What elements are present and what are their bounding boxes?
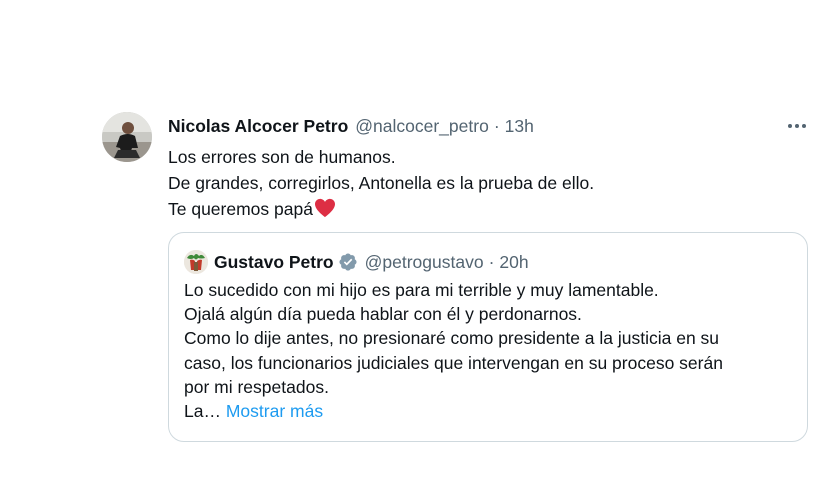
quoted-tweet-line: Ojalá algún día pueda hablar con él y pe… [184, 304, 582, 325]
author-avatar[interactable] [102, 112, 152, 162]
quoted-tweet-header: Gustavo Petro @petrogustavo · 20h [214, 251, 529, 273]
quoted-author-name[interactable]: Gustavo Petro [214, 252, 334, 273]
tweet-line-text: Te queremos papá [168, 199, 313, 219]
quoted-tweet-text: Lo sucedido con mi hijo es para mi terri… [184, 278, 723, 423]
quoted-tweet[interactable]: Gustavo Petro @petrogustavo · 20h Lo suc… [168, 232, 808, 442]
truncated-text: La… [184, 401, 221, 422]
tweet-header: Nicolas Alcocer Petro @nalcocer_petro · … [168, 115, 534, 137]
more-dot-icon [802, 124, 806, 128]
more-dot-icon [788, 124, 792, 128]
separator-dot: · [488, 251, 495, 272]
verified-badge-icon [338, 252, 358, 272]
tweet-text: Los errores son de humanos. De grandes, … [168, 144, 594, 225]
quoted-tweet-timestamp[interactable]: 20h [499, 252, 528, 273]
quoted-tweet-line: caso, los funcionarios judiciales que in… [184, 352, 723, 373]
separator-dot: · [493, 115, 500, 136]
tweet-line: De grandes, corregirlos, Antonella es la… [168, 173, 595, 193]
tweet[interactable]: Nicolas Alcocer Petro @nalcocer_petro · … [0, 0, 838, 502]
tweet-timestamp[interactable]: 13h [505, 116, 534, 137]
heart-icon [314, 198, 336, 225]
quoted-tweet-line: Lo sucedido con mi hijo es para mi terri… [184, 280, 659, 300]
tweet-line: Los errores son de humanos. [168, 147, 396, 167]
quoted-author-handle[interactable]: @petrogustavo [365, 252, 484, 273]
avatar-photo-icon [102, 112, 152, 162]
author-handle[interactable]: @nalcocer_petro [355, 116, 489, 137]
quoted-tweet-line: por mi respetados. [184, 376, 329, 397]
quoted-author-avatar[interactable] [184, 250, 208, 274]
author-name[interactable]: Nicolas Alcocer Petro [168, 116, 348, 137]
quoted-tweet-line: Como lo dije antes, no presionaré como p… [184, 328, 720, 349]
more-dot-icon [795, 124, 799, 128]
quoted-tweet-line: La… Mostrar más [184, 399, 723, 423]
more-options-button[interactable] [784, 115, 810, 137]
show-more-link[interactable]: Mostrar más [226, 401, 323, 421]
tweet-line: Te queremos papá [168, 196, 594, 225]
avatar-photo-icon [184, 250, 208, 274]
